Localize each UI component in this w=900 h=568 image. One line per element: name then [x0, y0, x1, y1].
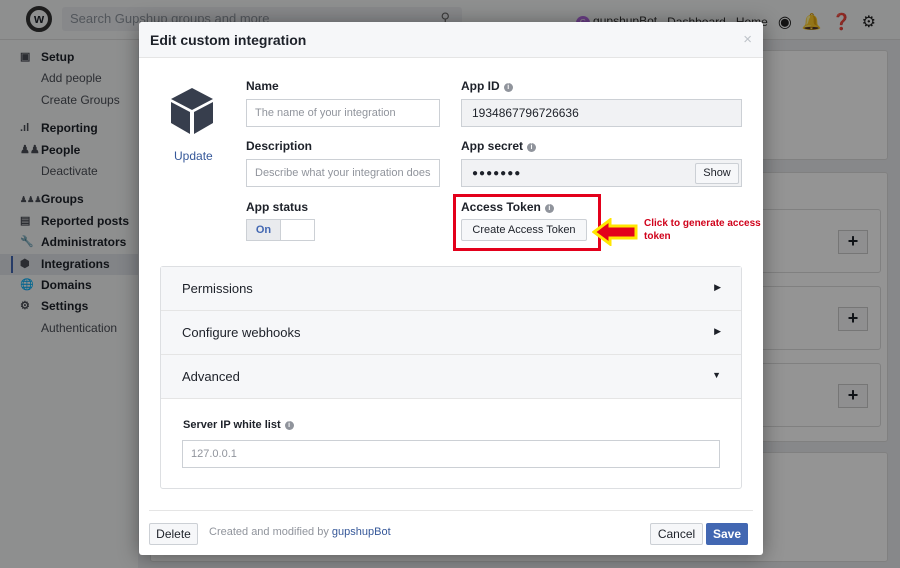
app-status-toggle[interactable]: On [246, 219, 315, 241]
show-secret-button[interactable]: Show [695, 163, 739, 184]
info-icon[interactable]: i [527, 143, 537, 152]
close-icon[interactable]: × [743, 31, 752, 48]
save-button[interactable]: Save [706, 523, 748, 545]
app-status-label: App status [246, 200, 309, 214]
server-ip-placeholder: 127.0.0.1 [191, 448, 237, 460]
settings-accordion: Permissions ▶ Configure webhooks ▶ Advance… [160, 266, 742, 489]
name-placeholder: The name of your integration [255, 107, 396, 119]
update-icon-link[interactable]: Update [174, 149, 213, 163]
info-icon[interactable]: i [503, 83, 513, 92]
info-icon[interactable]: i [544, 204, 554, 213]
server-ip-label: Server IP white list i [183, 419, 294, 431]
dialog-title: Edit custom integration [139, 22, 763, 58]
access-token-label: Access Token i [461, 200, 554, 214]
cancel-button[interactable]: Cancel [650, 523, 703, 545]
creator-link[interactable]: gupshupBot [332, 526, 391, 538]
cube-icon [171, 88, 213, 134]
name-input[interactable]: The name of your integration [246, 99, 440, 127]
description-placeholder: Describe what your integration does [255, 167, 431, 179]
caret-right-icon: ▶ [714, 326, 721, 336]
create-access-token-button[interactable]: Create Access Token [461, 219, 587, 241]
edit-integration-dialog: Edit custom integration × Update Name Th… [139, 22, 763, 555]
toggle-on: On [247, 220, 281, 240]
caret-down-icon: ▼ [712, 370, 721, 380]
dialog-footer-divider [149, 510, 753, 511]
delete-button[interactable]: Delete [149, 523, 198, 545]
app-id-field[interactable]: 1934867796726636 [461, 99, 742, 127]
name-label: Name [246, 79, 279, 93]
app-secret-label: App secret i [461, 139, 537, 153]
description-input[interactable]: Describe what your integration does [246, 159, 440, 187]
created-by-text: Created and modified by gupshupBot [209, 526, 391, 538]
section-permissions[interactable]: Permissions ▶ [161, 267, 741, 311]
app-id-label: App ID i [461, 79, 513, 93]
info-icon[interactable]: i [284, 421, 294, 430]
description-label: Description [246, 139, 313, 153]
annotation-text: Click to generate access token [644, 218, 761, 242]
annotation-arrow-icon [592, 218, 638, 246]
caret-right-icon: ▶ [714, 282, 721, 292]
section-configure-webhooks[interactable]: Configure webhooks ▶ [161, 311, 741, 355]
server-ip-input[interactable]: 127.0.0.1 [182, 440, 720, 468]
section-advanced[interactable]: Advanced ▼ [161, 355, 741, 399]
